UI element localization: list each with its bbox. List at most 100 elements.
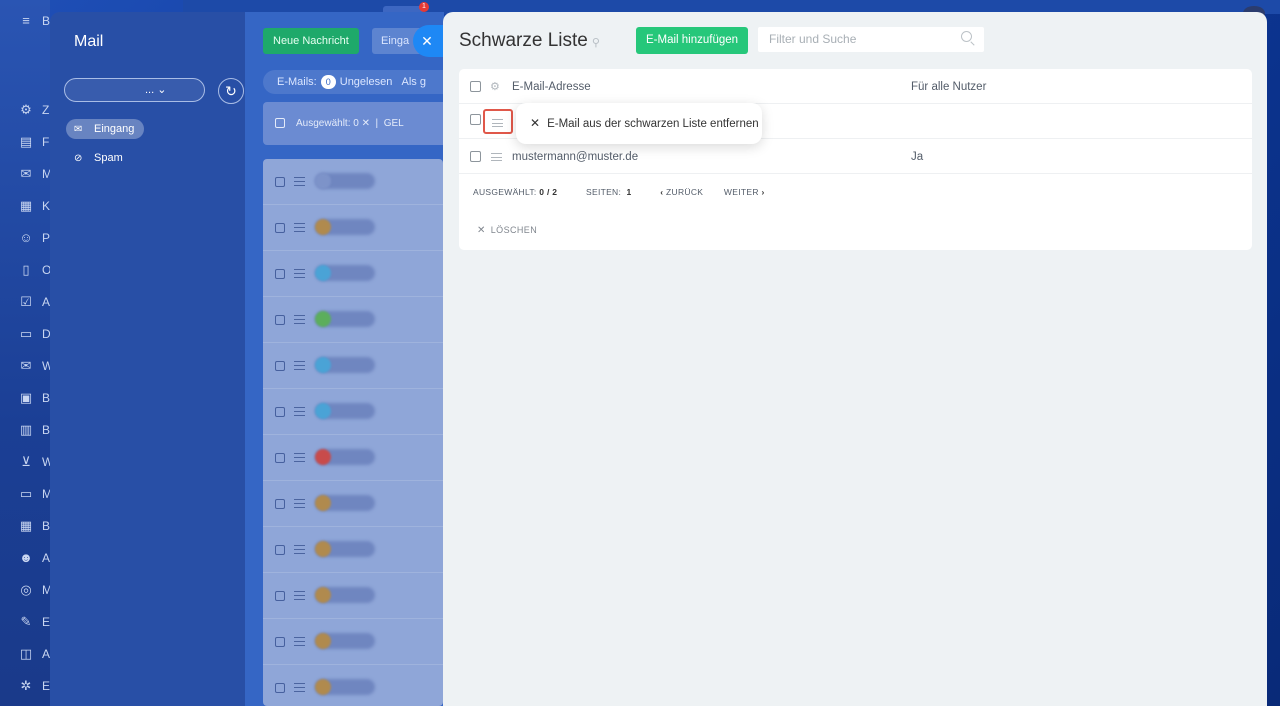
mail-row[interactable] [263,665,443,706]
close-slider-button[interactable]: ✕ [413,25,445,57]
marketing-icon[interactable]: ◎ [18,582,34,598]
apps-icon[interactable]: ◫ [18,646,34,662]
file-icon[interactable]: ▯ [18,262,34,278]
row-checkbox[interactable] [275,269,285,279]
refresh-icon: ↻ [225,83,237,99]
mail-row[interactable] [263,481,443,527]
row-menu-icon[interactable] [294,407,305,416]
mail-row[interactable] [263,343,443,389]
delete-button[interactable]: ✕ LÖSCHEN [477,224,537,237]
nav-item-label[interactable]: B [42,422,50,438]
puzzle-icon[interactable]: ⚙ [18,102,34,118]
row-checkbox[interactable] [275,315,285,325]
row-menu-icon[interactable] [294,683,305,692]
row-menu-icon[interactable] [294,591,305,600]
folder-spam[interactable]: ⊘ Spam [66,148,133,168]
mail-row[interactable] [263,527,443,573]
nav-item-label[interactable]: B [42,518,50,534]
gear-icon[interactable]: ⚙ [490,80,500,94]
mail-row[interactable] [263,251,443,297]
nav-item-label[interactable]: E [42,614,50,630]
select-all-checkbox[interactable] [275,118,285,128]
row-checkbox[interactable] [275,177,285,187]
nav-item-label[interactable]: F [42,134,49,150]
row-menu-icon[interactable] [294,453,305,462]
edit-icon[interactable]: ✎ [18,614,34,630]
row-checkbox[interactable] [275,361,285,371]
row-checkbox[interactable] [275,453,285,463]
row-menu-icon[interactable] [294,499,305,508]
nav-item-label[interactable]: B [42,390,50,406]
nav-item-label[interactable]: P [42,230,50,246]
mail-row[interactable] [263,435,443,481]
pin-icon[interactable]: ⚲ [592,37,600,49]
row-menu-icon[interactable] [491,153,502,161]
nav-item-label[interactable]: E [42,678,50,694]
nav-item-label[interactable]: A [42,646,50,662]
analytics-icon[interactable]: ▥ [18,422,34,438]
row-checkbox[interactable] [275,545,285,555]
mailbox-selector[interactable]: ... ⌄ [64,78,205,102]
row-menu-icon[interactable] [294,315,305,324]
row-checkbox[interactable] [470,114,481,125]
row-menu-button-highlighted[interactable] [483,109,513,134]
back-link[interactable]: ‹ ZURÜCK [660,187,703,197]
mail-row[interactable] [263,297,443,343]
column-header-email[interactable]: E-Mail-Adresse [512,80,591,94]
next-link[interactable]: WEITER › [724,187,765,197]
row-checkbox[interactable] [275,499,285,509]
mail-list [263,159,443,706]
column-header-all-users[interactable]: Für alle Nutzer [911,80,986,94]
tasks-icon[interactable]: ☑ [18,294,34,310]
board-icon[interactable]: ▣ [18,390,34,406]
stats-unread[interactable]: Ungelesen [340,76,393,88]
nav-item-label[interactable]: Z [42,102,49,118]
mail-row[interactable] [263,619,443,665]
search-icon[interactable] [961,31,972,42]
row-menu-icon[interactable] [294,177,305,186]
clear-icon[interactable]: ✕ [362,118,370,129]
menu-icon[interactable]: ≡ [18,13,34,29]
drive-icon[interactable]: ▭ [18,326,34,342]
cart-icon[interactable]: ⊻ [18,454,34,470]
mail-row[interactable] [263,573,443,619]
nav-item-label[interactable]: K [42,198,50,214]
mail-icon[interactable]: ✉ [18,358,34,374]
row-checkbox[interactable] [275,223,285,233]
mail-row[interactable] [263,205,443,251]
refresh-button[interactable]: ↻ [218,78,244,104]
chat-icon[interactable]: ✉ [18,166,34,182]
read-action[interactable]: GEL [384,118,404,129]
schedule-icon[interactable]: ▦ [18,518,34,534]
row-checkbox[interactable] [275,683,285,693]
settings-icon[interactable]: ✲ [18,678,34,694]
row-menu-icon[interactable] [294,269,305,278]
select-all-checkbox[interactable] [470,81,481,92]
monitor-icon[interactable]: ▭ [18,486,34,502]
remove-from-blacklist-action[interactable]: E-Mail aus der schwarzen Liste entfernen [547,118,759,130]
calendar-icon[interactable]: ▦ [18,198,34,214]
delete-icon: ✕ [477,225,486,236]
row-menu-icon[interactable] [294,361,305,370]
row-checkbox[interactable] [275,407,285,417]
row-checkbox[interactable] [470,151,481,162]
row-action-popup[interactable]: ✕ E-Mail aus der schwarzen Liste entferne… [516,103,762,144]
robot-icon[interactable]: ☻ [18,550,34,566]
nav-item-label[interactable]: A [42,550,50,566]
row-menu-icon[interactable] [294,637,305,646]
new-message-button[interactable]: Neue Nachricht [263,28,359,54]
folder-inbox[interactable]: ✉ Eingang [66,119,145,139]
mail-row[interactable] [263,389,443,435]
mail-row[interactable] [263,159,443,205]
document-icon[interactable]: ▤ [18,134,34,150]
row-menu-icon[interactable] [294,223,305,232]
nav-item-label[interactable]: A [42,294,50,310]
stats-label: E-Mails: [277,76,317,88]
row-menu-icon[interactable] [294,545,305,554]
row-checkbox[interactable] [275,637,285,647]
row-checkbox[interactable] [275,591,285,601]
search-input[interactable]: Filter und Suche [758,27,984,52]
stats-more[interactable]: Als g [402,76,426,88]
add-email-button[interactable]: E-Mail hinzufügen [636,27,749,54]
contacts-icon[interactable]: ☺ [18,230,34,246]
